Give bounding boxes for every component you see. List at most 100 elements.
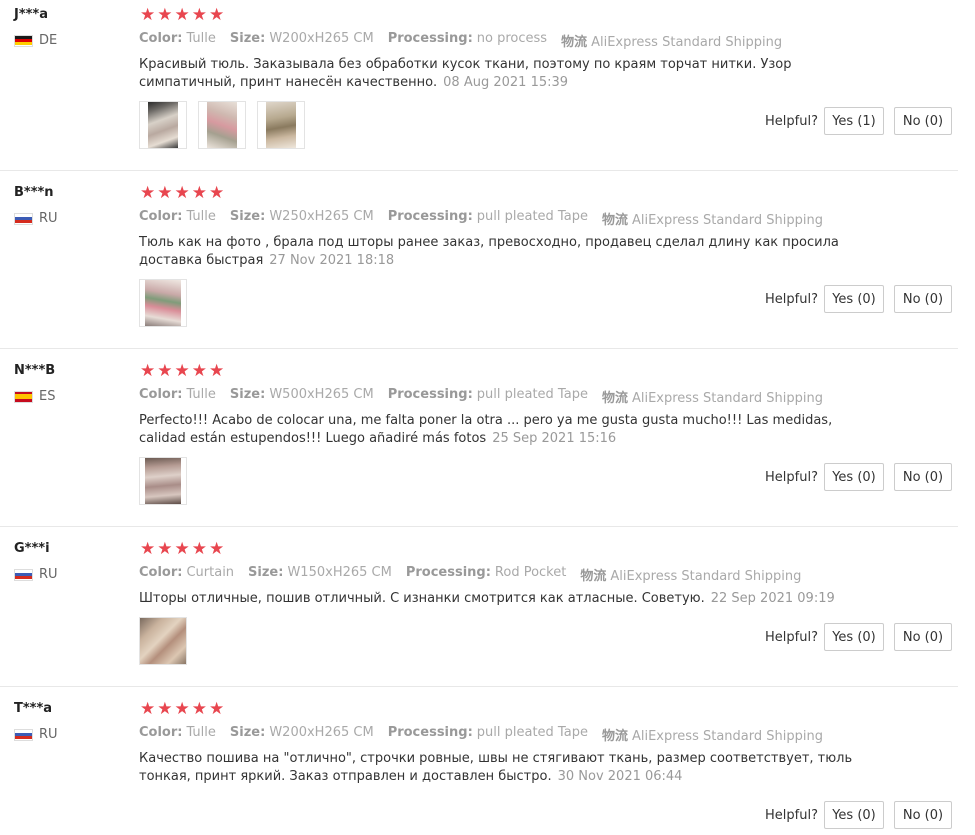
review-photos <box>139 617 187 665</box>
reviewer-country: RU <box>14 727 58 742</box>
country-code: ES <box>39 389 56 404</box>
review-divider <box>0 526 958 527</box>
processing-value: pull pleated Tape <box>476 725 588 740</box>
russia-flag-icon <box>14 568 33 581</box>
review-text: Качество пошива на "отлично", строчки ро… <box>139 750 869 786</box>
color-label: Color: <box>139 209 183 224</box>
processing-value: no process <box>476 31 548 46</box>
review-date: 25 Sep 2021 15:16 <box>492 431 617 446</box>
helpful-yes-button[interactable]: Yes (0) <box>824 285 884 313</box>
helpful-no-button[interactable]: No (0) <box>894 623 952 651</box>
logistics-label: 物流 <box>561 35 588 50</box>
color-label: Color: <box>139 725 183 740</box>
size-value: W500xH265 CM <box>269 387 374 402</box>
helpful-yes-button[interactable]: Yes (0) <box>824 623 884 651</box>
color-value: Tulle <box>186 387 216 402</box>
review-text: Тюль как на фото , брала под шторы ранее… <box>139 234 869 270</box>
size-value: W200xH265 CM <box>269 31 374 46</box>
helpful-label: Helpful? <box>765 292 818 307</box>
shipping-value: AliExpress Standard Shipping <box>631 391 823 406</box>
shipping-value: AliExpress Standard Shipping <box>591 35 783 50</box>
logistics-label: 物流 <box>601 729 628 744</box>
shipping-value: AliExpress Standard Shipping <box>631 213 823 228</box>
reviewer-country: RU <box>14 211 58 226</box>
review-item: N***B ES ★★★★★ Color: Tulle Size: W500xH26… <box>0 356 960 526</box>
logistics-label: 物流 <box>580 569 607 584</box>
processing-label: Processing: <box>387 725 473 740</box>
review-photo-thumbnail[interactable] <box>198 101 246 149</box>
helpful-no-button[interactable]: No (0) <box>894 107 952 135</box>
color-value: Curtain <box>186 565 235 580</box>
review-photos <box>139 101 305 149</box>
review-body: Шторы отличные, пошив отличный. С изнанк… <box>139 591 705 606</box>
reviewer-name: B***n <box>14 185 54 200</box>
review-item: T***a RU ★★★★★ Color: Tulle Size: W200xH26… <box>0 694 960 835</box>
spain-flag-icon <box>14 390 33 403</box>
reviewer-name: G***i <box>14 541 50 556</box>
country-code: RU <box>39 211 58 226</box>
color-label: Color: <box>139 387 183 402</box>
review-divider <box>0 170 958 171</box>
review-date: 30 Nov 2021 06:44 <box>557 769 683 784</box>
reviewer-country: ES <box>14 389 55 404</box>
color-label: Color: <box>139 31 183 46</box>
size-value: W200xH265 CM <box>269 725 374 740</box>
size-label: Size: <box>229 387 266 402</box>
helpful-label: Helpful? <box>765 808 818 823</box>
star-rating: ★★★★★ <box>140 699 227 719</box>
germany-flag-icon <box>14 34 33 47</box>
helpful-no-button[interactable]: No (0) <box>894 285 952 313</box>
order-details: Color: Tulle Size: W200xH265 CM Processing… <box>139 31 782 50</box>
review-date: 22 Sep 2021 09:19 <box>710 591 835 606</box>
review-item: B***n RU ★★★★★ Color: Tulle Size: W250xH26… <box>0 178 960 348</box>
review-text: Красивый тюль. Заказывала без обработки … <box>139 56 869 92</box>
shipping-value: AliExpress Standard Shipping <box>631 729 823 744</box>
size-label: Size: <box>229 31 266 46</box>
helpful-no-button[interactable]: No (0) <box>894 801 952 829</box>
review-divider <box>0 348 958 349</box>
review-photo-thumbnail[interactable] <box>257 101 305 149</box>
processing-value: Rod Pocket <box>494 565 567 580</box>
order-details: Color: Tulle Size: W500xH265 CM Processing… <box>139 387 823 406</box>
color-value: Tulle <box>186 725 216 740</box>
russia-flag-icon <box>14 728 33 741</box>
helpful-yes-button[interactable]: Yes (1) <box>824 107 884 135</box>
review-text: Perfecto!!! Acabo de colocar una, me fal… <box>139 412 869 448</box>
review-divider <box>0 686 958 687</box>
star-rating: ★★★★★ <box>140 539 227 559</box>
order-details: Color: Tulle Size: W200xH265 CM Processing… <box>139 725 823 744</box>
star-rating: ★★★★★ <box>140 361 227 381</box>
review-photo-thumbnail[interactable] <box>139 101 187 149</box>
reviewer-name: J***a <box>14 7 49 22</box>
review-photo-thumbnail[interactable] <box>139 457 187 505</box>
helpful-no-button[interactable]: No (0) <box>894 463 952 491</box>
reviewer-country: DE <box>14 33 57 48</box>
review-photos <box>139 457 187 505</box>
helpful-label: Helpful? <box>765 470 818 485</box>
review-item: G***i RU ★★★★★ Color: Curtain Size: W150xH… <box>0 534 960 686</box>
logistics-label: 物流 <box>601 213 628 228</box>
review-body: Perfecto!!! Acabo de colocar una, me fal… <box>139 413 833 446</box>
review-date: 27 Nov 2021 18:18 <box>269 253 395 268</box>
review-photo-thumbnail[interactable] <box>139 279 187 327</box>
helpful-yes-button[interactable]: Yes (0) <box>824 463 884 491</box>
order-details: Color: Tulle Size: W250xH265 CM Processing… <box>139 209 823 228</box>
star-rating: ★★★★★ <box>140 183 227 203</box>
processing-label: Processing: <box>387 209 473 224</box>
review-date: 08 Aug 2021 15:39 <box>443 75 569 90</box>
helpful-yes-button[interactable]: Yes (0) <box>824 801 884 829</box>
processing-label: Processing: <box>387 31 473 46</box>
reviewer-name: N***B <box>14 363 56 378</box>
review-photo-thumbnail[interactable] <box>139 617 187 665</box>
processing-label: Processing: <box>387 387 473 402</box>
review-text: Шторы отличные, пошив отличный. С изнанк… <box>139 590 869 608</box>
review-body: Тюль как на фото , брала под шторы ранее… <box>139 235 839 268</box>
reviewer-name: T***a <box>14 701 53 716</box>
size-label: Size: <box>229 725 266 740</box>
size-value: W250xH265 CM <box>269 209 374 224</box>
order-details: Color: Curtain Size: W150xH265 CM Processi… <box>139 565 801 584</box>
reviewer-country: RU <box>14 567 58 582</box>
country-code: DE <box>39 33 58 48</box>
color-label: Color: <box>139 565 183 580</box>
star-rating: ★★★★★ <box>140 5 227 25</box>
